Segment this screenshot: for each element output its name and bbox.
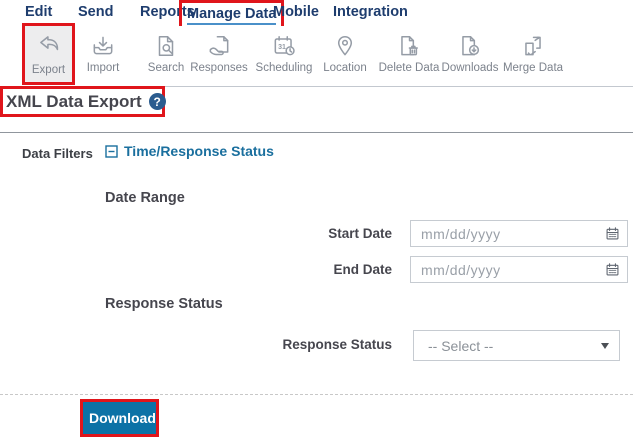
end-date-label: End Date	[260, 262, 392, 277]
toolbar-item-label: Delete Data	[379, 62, 440, 74]
top-nav: Edit Send Reports Manage Data Mobile Int…	[0, 0, 633, 27]
toolbar-item-import[interactable]: Import	[67, 33, 139, 74]
minus-box-icon	[105, 145, 118, 158]
chevron-down-icon	[601, 343, 609, 349]
date-range-heading: Date Range	[105, 190, 185, 206]
start-date-input[interactable]	[411, 221, 605, 246]
start-date-field	[410, 220, 628, 247]
filter-group-toggle[interactable]: Time/Response Status	[105, 143, 274, 159]
toolbar-item-label: Search	[148, 62, 184, 74]
toolbar-item-label: Responses	[190, 62, 248, 74]
xml-data-export-screen: Edit Send Reports Manage Data Mobile Int…	[0, 0, 633, 442]
response-status-select[interactable]: -- Select --	[413, 330, 620, 361]
nav-item-mobile[interactable]: Mobile	[273, 4, 319, 20]
response-status-heading: Response Status	[105, 296, 223, 312]
calendar-icon[interactable]	[605, 226, 620, 241]
toolbar-item-label: Scheduling	[256, 62, 313, 74]
merge-data-icon	[520, 33, 546, 59]
start-date-label: Start Date	[260, 226, 392, 241]
responses-icon	[206, 33, 232, 59]
annotation-box-title: XML Data Export ?	[0, 86, 165, 117]
toolbar-item-label: Downloads	[442, 62, 499, 74]
data-filters-label: Data Filters	[22, 146, 93, 161]
export-icon	[36, 33, 62, 62]
import-icon	[90, 33, 116, 59]
nav-item-edit[interactable]: Edit	[25, 4, 52, 20]
nav-item-send[interactable]: Send	[78, 4, 113, 20]
footer-divider	[0, 394, 633, 395]
nav-item-integration[interactable]: Integration	[333, 4, 408, 20]
delete-data-icon	[396, 33, 422, 59]
toolbar-item-location[interactable]: Location	[309, 33, 381, 74]
response-status-label: Response Status	[260, 337, 392, 352]
manage-data-toolbar: Export Import Search	[0, 26, 633, 87]
toolbar-item-label: Import	[87, 62, 120, 74]
select-value: -- Select --	[428, 338, 601, 354]
end-date-field	[410, 256, 628, 283]
end-date-input[interactable]	[411, 257, 605, 282]
title-divider	[0, 132, 633, 133]
toolbar-item-label: Export	[32, 64, 65, 76]
location-icon	[332, 33, 358, 59]
search-icon	[153, 33, 179, 59]
scheduling-icon: 31	[271, 33, 297, 59]
toolbar-item-responses[interactable]: Responses	[183, 33, 255, 74]
svg-text:31: 31	[278, 44, 286, 51]
downloads-icon	[457, 33, 483, 59]
nav-item-manage-data[interactable]: Manage Data	[187, 6, 276, 25]
annotation-box-download: Download	[80, 399, 159, 437]
toolbar-item-downloads[interactable]: Downloads	[434, 33, 506, 74]
filter-group-label: Time/Response Status	[124, 143, 274, 159]
download-button[interactable]: Download	[83, 402, 156, 434]
calendar-icon[interactable]	[605, 262, 620, 277]
help-icon[interactable]: ?	[149, 93, 166, 110]
page-title: XML Data Export	[6, 92, 142, 112]
toolbar-item-label: Merge Data	[503, 62, 563, 74]
toolbar-item-label: Location	[323, 62, 366, 74]
annotation-box-manage-data: Manage Data	[179, 0, 284, 29]
toolbar-item-merge-data[interactable]: Merge Data	[497, 33, 569, 74]
